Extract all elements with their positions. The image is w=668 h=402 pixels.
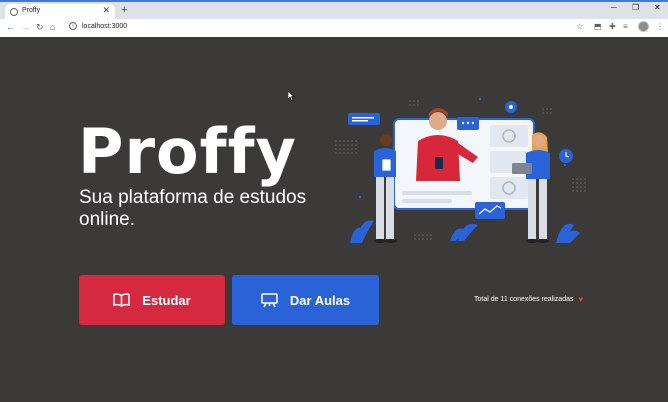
playlist-icon[interactable]: ≡ [623, 22, 628, 31]
total-connections: Total de 11 conexões realizadas ♥ [474, 295, 583, 304]
profile-avatar[interactable] [638, 21, 649, 32]
tab-close-icon[interactable]: ✕ [102, 5, 110, 16]
total-connections-text: Total de 11 conexões realizadas [474, 296, 574, 303]
mouse-cursor-icon [288, 91, 295, 101]
hero-illustration [335, 97, 586, 243]
back-icon[interactable]: ← [6, 22, 15, 32]
teach-button-label: Dar Aulas [289, 292, 351, 308]
site-info-icon[interactable]: i [69, 22, 77, 30]
globe-icon [10, 8, 18, 16]
toolbar: ← → ↻ ⌂ i localhost:3000 ☆ ⬒ ✚ ≡ ⋮ [0, 19, 668, 37]
puzzle-icon[interactable]: ✚ [609, 22, 616, 31]
window-close-icon[interactable]: ✕ [654, 3, 661, 12]
extension-icon[interactable]: ⬒ [594, 22, 602, 31]
new-tab-button[interactable]: + [121, 4, 127, 16]
browser-chrome: Proffy ✕ + ─ ❐ ✕ ← → ↻ ⌂ i localhost:300… [0, 0, 668, 37]
tagline: Sua plataforma de estudos online. [79, 187, 307, 230]
address-bar[interactable]: i localhost:3000 [64, 21, 589, 35]
reload-icon[interactable]: ↻ [36, 22, 44, 33]
study-button-label: Estudar [142, 292, 191, 308]
home-icon[interactable]: ⌂ [50, 22, 55, 32]
menu-icon[interactable]: ⋮ [656, 22, 664, 31]
tab-title: Proffy [22, 7, 41, 14]
study-button[interactable]: Estudar [79, 275, 225, 325]
tab-strip: Proffy ✕ + ─ ❐ ✕ [0, 0, 668, 21]
minimize-icon[interactable]: ─ [611, 3, 617, 12]
restore-icon[interactable]: ❐ [632, 3, 639, 12]
presentation-icon [261, 292, 278, 307]
star-icon[interactable]: ☆ [576, 22, 583, 31]
url-text[interactable]: localhost:3000 [82, 23, 127, 30]
heart-icon: ♥ [578, 295, 584, 304]
proffy-logo: Proffy [78, 115, 297, 188]
book-icon [113, 293, 131, 307]
forward-icon[interactable]: → [21, 22, 30, 32]
teach-button[interactable]: Dar Aulas [232, 275, 379, 325]
